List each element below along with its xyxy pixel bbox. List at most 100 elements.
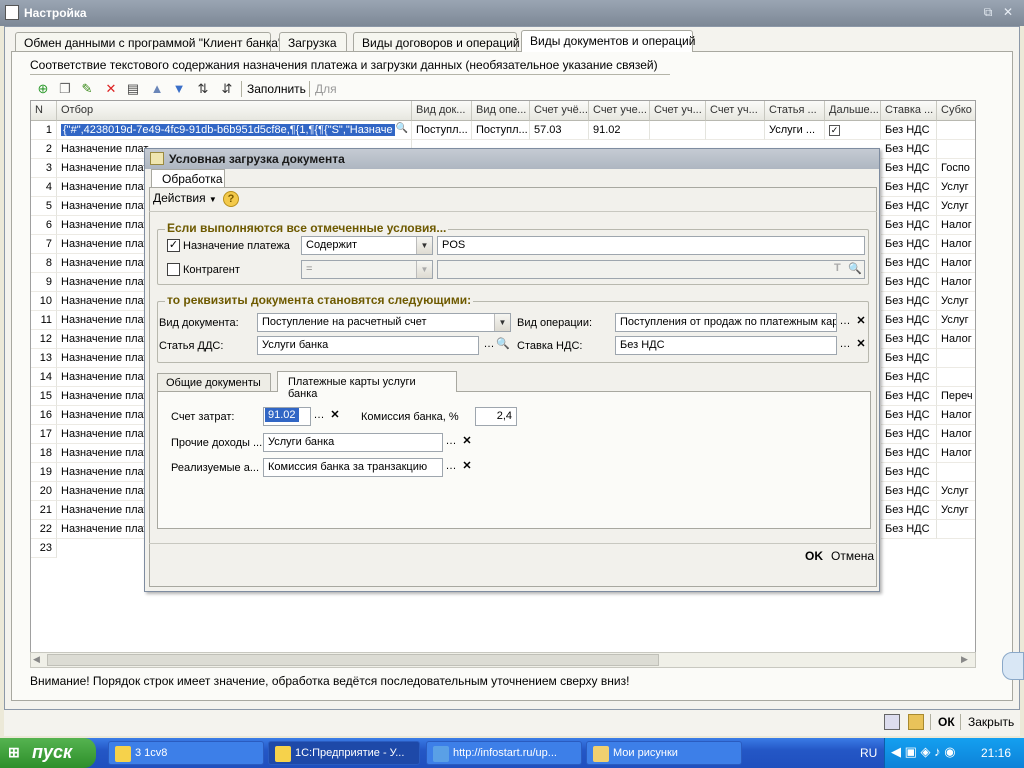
column-header[interactable]: Счет учё... <box>530 101 589 121</box>
table-cell[interactable]: Без НДС <box>881 216 937 235</box>
row-number[interactable]: 17 <box>31 425 57 444</box>
table-cell[interactable]: Налог <box>937 406 975 425</box>
search-icon[interactable]: 🔍 <box>396 123 408 134</box>
cond1-checkbox[interactable]: ✓ <box>167 239 180 252</box>
copy-icon[interactable]: ❐ <box>57 81 73 97</box>
chevron-down-icon[interactable]: ▼ <box>416 261 432 278</box>
row-number[interactable]: 22 <box>31 520 57 539</box>
taskbar-item-browser[interactable]: http://infostart.ru/up... <box>426 741 582 765</box>
sort-asc-icon[interactable]: ⇅ <box>195 81 211 97</box>
table-cell[interactable]: Услуг <box>937 178 975 197</box>
row-number[interactable]: 11 <box>31 311 57 330</box>
cost-account-input[interactable]: 91.02 <box>263 407 311 426</box>
row-number[interactable]: 4 <box>31 178 57 197</box>
cond2-value-input[interactable]: T 🔍 <box>437 260 865 279</box>
row-number[interactable]: 6 <box>31 216 57 235</box>
subtab-payment-cards[interactable]: Платежные карты услуги банка <box>277 371 457 400</box>
row-number[interactable]: 14 <box>31 368 57 387</box>
cond2-operator-select[interactable]: = ▼ <box>301 260 433 279</box>
column-header[interactable]: Вид док... <box>412 101 472 121</box>
table-cell[interactable] <box>937 520 975 539</box>
table-cell[interactable]: Переч <box>937 387 975 406</box>
select-button[interactable]: … <box>443 459 459 476</box>
row-number[interactable]: 20 <box>31 482 57 501</box>
clear-icon[interactable]: ✕ <box>853 314 869 331</box>
tab-document-types[interactable]: Виды документов и операций <box>521 30 695 52</box>
clear-icon[interactable]: ✕ <box>853 337 869 354</box>
language-indicator[interactable]: RU <box>860 746 877 760</box>
cond1-operator-select[interactable]: Содержит ▼ <box>301 236 433 255</box>
actions-menu[interactable]: Действия ▼ <box>153 191 217 205</box>
table-cell[interactable]: Без НДС <box>881 292 937 311</box>
table-cell[interactable] <box>650 121 706 140</box>
close-button[interactable]: Закрыть <box>968 715 1014 729</box>
table-cell[interactable]: Услуг <box>937 311 975 330</box>
tab-bank-client[interactable]: Обмен данными с программой "Клиент банка… <box>15 32 282 52</box>
table-cell[interactable]: Без НДС <box>881 501 937 520</box>
realized-input[interactable]: Комиссия банка за транзакцию <box>263 458 443 477</box>
table-cell[interactable]: Налог <box>937 330 975 349</box>
column-header[interactable]: N <box>31 101 57 121</box>
cond1-value-input[interactable]: POS <box>437 236 865 255</box>
table-cell[interactable]: Без НДС <box>881 520 937 539</box>
add-icon[interactable]: ⊕ <box>35 81 51 97</box>
select-button[interactable]: … <box>837 314 853 331</box>
help-button[interactable]: ? <box>223 191 239 207</box>
table-cell[interactable]: Без НДС <box>881 482 937 501</box>
table-cell[interactable] <box>937 121 975 140</box>
chevron-down-icon[interactable]: ▼ <box>416 237 432 254</box>
row-number[interactable]: 12 <box>31 330 57 349</box>
column-header[interactable]: Дальше... <box>825 101 881 121</box>
move-down-icon[interactable]: ▼ <box>171 81 187 97</box>
text-type-icon[interactable]: T <box>834 262 841 274</box>
table-cell[interactable]: Услуг <box>937 482 975 501</box>
horizontal-scrollbar[interactable]: ◀ ▶ <box>30 652 976 668</box>
table-cell[interactable]: Без НДС <box>881 425 937 444</box>
continue-checkbox-cell[interactable]: ✓ <box>825 121 881 140</box>
tray-icons[interactable]: ◀ ▣ ◈ ♪ ◉ <box>891 744 956 760</box>
table-cell[interactable]: Без НДС <box>881 349 937 368</box>
table-cell[interactable]: Без НДС <box>881 387 937 406</box>
row-number[interactable]: 21 <box>31 501 57 520</box>
table-cell[interactable]: Налог <box>937 425 975 444</box>
column-header[interactable]: Ставка ... <box>881 101 937 121</box>
table-cell[interactable] <box>937 463 975 482</box>
table-cell[interactable]: Услуг <box>937 501 975 520</box>
clear-icon[interactable]: ✕ <box>459 459 475 476</box>
actions-label[interactable]: Действия <box>153 191 206 205</box>
table-cell[interactable]: Без НДС <box>881 121 937 140</box>
table-cell[interactable]: Поступл... <box>412 121 472 140</box>
taskbar-item-pictures[interactable]: Мои рисунки <box>586 741 742 765</box>
clear-icon[interactable]: ✕ <box>327 408 343 425</box>
scroll-right-icon[interactable]: ▶ <box>961 654 968 665</box>
table-cell[interactable]: Налог <box>937 444 975 463</box>
row-number[interactable]: 1 <box>31 121 57 140</box>
column-header[interactable]: Счет уче... <box>589 101 650 121</box>
table-cell[interactable]: Без НДС <box>881 178 937 197</box>
filter-cell[interactable]: {"#",4238019d-7e49-4fc9-91db-b6b951d5cf8… <box>57 121 412 140</box>
scroll-left-icon[interactable]: ◀ <box>33 654 40 665</box>
table-cell[interactable]: Без НДС <box>881 406 937 425</box>
cond2-checkbox[interactable] <box>167 263 180 276</box>
commission-input[interactable]: 2,4 <box>475 407 517 426</box>
open-folder-icon[interactable] <box>908 714 924 730</box>
select-button[interactable]: … <box>311 408 327 425</box>
row-number[interactable]: 5 <box>31 197 57 216</box>
delete-icon[interactable]: ✕ <box>103 81 119 97</box>
row-number[interactable]: 13 <box>31 349 57 368</box>
table-cell[interactable]: Без НДС <box>881 197 937 216</box>
row-number[interactable]: 19 <box>31 463 57 482</box>
row-number[interactable]: 8 <box>31 254 57 273</box>
table-cell[interactable]: Без НДС <box>881 235 937 254</box>
row-number[interactable]: 3 <box>31 159 57 178</box>
dds-input[interactable]: Услуги банка <box>257 336 479 355</box>
op-type-input[interactable]: Поступления от продаж по платежным кар <box>615 313 837 332</box>
table-cell[interactable]: Госпо <box>937 159 975 178</box>
taskbar-item-1c-enterprise[interactable]: 1С:Предприятие - У... <box>268 741 420 765</box>
row-number[interactable]: 18 <box>31 444 57 463</box>
table-cell[interactable]: Поступл... <box>472 121 530 140</box>
table-cell[interactable]: Налог <box>937 235 975 254</box>
row-number[interactable]: 7 <box>31 235 57 254</box>
tab-loading[interactable]: Загрузка <box>279 32 347 52</box>
dialog-ok-button[interactable]: OK <box>805 549 823 563</box>
